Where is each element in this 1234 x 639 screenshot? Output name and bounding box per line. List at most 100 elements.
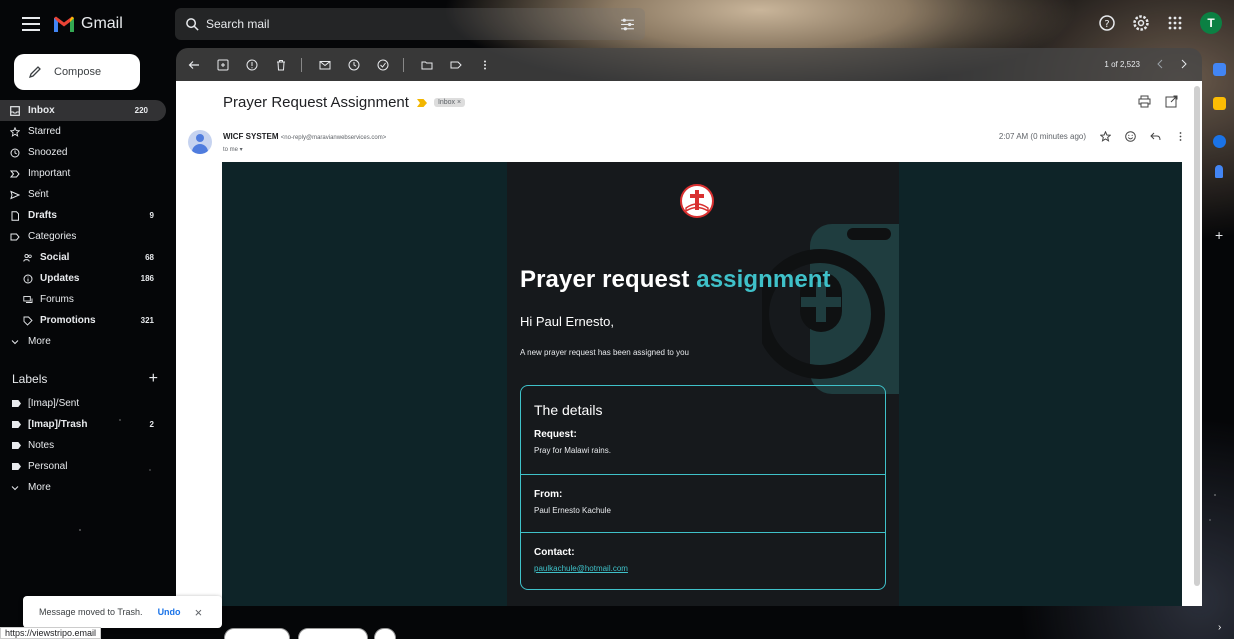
- send-icon: [10, 190, 20, 199]
- top-right-controls: ? T: [1098, 12, 1234, 34]
- recipient-details-toggle[interactable]: to me ▾: [223, 146, 243, 153]
- important-marker-icon[interactable]: [416, 98, 427, 107]
- search-bar[interactable]: [175, 8, 645, 40]
- tasks-icon[interactable]: [1213, 135, 1226, 148]
- sidebar-item-social[interactable]: Social 68: [0, 247, 172, 268]
- reply-button[interactable]: [224, 628, 290, 639]
- labels-icon[interactable]: [450, 59, 462, 71]
- sidebar-item-starred[interactable]: Starred: [0, 121, 172, 142]
- help-icon[interactable]: ?: [1098, 14, 1116, 32]
- sidebar-item-snoozed[interactable]: Snoozed: [0, 142, 172, 163]
- label-item-personal[interactable]: Personal: [0, 456, 172, 477]
- emoji-react-icon[interactable]: [1125, 131, 1136, 142]
- sidebar-item-sent[interactable]: Sent: [0, 184, 172, 205]
- snooze-clock-icon[interactable]: [348, 59, 360, 71]
- inbox-label-chip[interactable]: Inbox ×: [433, 98, 466, 107]
- forward-button[interactable]: [298, 628, 368, 639]
- sidebar-item-label: More: [28, 336, 51, 347]
- sidebar-item-important[interactable]: Important: [0, 163, 172, 184]
- svg-text:?: ?: [1104, 19, 1109, 30]
- reply-icon[interactable]: [1150, 131, 1161, 142]
- label-item-imap-trash[interactable]: [Imap]/Trash 2: [0, 414, 172, 435]
- sidebar-item-label: Social: [40, 252, 70, 263]
- label-item-imap-sent[interactable]: [Imap]/Sent: [0, 393, 172, 414]
- mark-unread-icon[interactable]: [319, 59, 331, 71]
- from-label: From:: [534, 489, 563, 500]
- email-greeting: Hi Paul Ernesto,: [520, 314, 614, 329]
- heading-highlight: assignment: [696, 266, 831, 293]
- account-avatar[interactable]: T: [1200, 12, 1222, 34]
- draft-count: 9: [149, 211, 154, 220]
- get-addons-plus-icon[interactable]: +: [1215, 227, 1223, 243]
- search-input[interactable]: [206, 17, 586, 31]
- message-scrollbar[interactable]: [1194, 86, 1200, 606]
- settings-gear-icon[interactable]: [1132, 14, 1150, 32]
- clock-icon: [10, 148, 20, 157]
- label-item-notes[interactable]: Notes: [0, 435, 172, 456]
- newer-chevron-left-icon[interactable]: [1156, 59, 1164, 69]
- sidebar-item-updates[interactable]: Updates 186: [0, 268, 172, 289]
- star-icon: [10, 126, 20, 137]
- expand-panel-chevron-icon[interactable]: ›: [1218, 622, 1221, 633]
- contact-email-link[interactable]: paulkachule@hotmail.com: [534, 564, 628, 573]
- label-name: [Imap]/Sent: [28, 398, 80, 409]
- sidebar-item-label: Updates: [40, 273, 80, 284]
- label-tag-icon: [12, 400, 21, 407]
- contact-label: Contact:: [534, 547, 575, 558]
- sidebar-item-promotions[interactable]: Promotions 321: [0, 310, 172, 331]
- scrollbar-thumb[interactable]: [1194, 86, 1200, 586]
- star-icon[interactable]: [1100, 131, 1111, 142]
- archive-icon[interactable]: [217, 59, 229, 71]
- draft-icon: [11, 210, 19, 221]
- message-meta: 2:07 AM (0 minutes ago): [999, 131, 1186, 142]
- apps-grid-icon[interactable]: [1166, 14, 1184, 32]
- add-label-icon[interactable]: +: [149, 370, 158, 388]
- label-name: More: [28, 482, 51, 493]
- search-options-icon[interactable]: [620, 17, 635, 32]
- undo-button[interactable]: Undo: [158, 607, 181, 617]
- print-icon[interactable]: [1138, 95, 1151, 108]
- snackbar-message: Message moved to Trash.: [39, 607, 143, 617]
- delete-trash-icon[interactable]: [275, 59, 287, 71]
- label-tag-icon: [12, 463, 21, 470]
- dismiss-close-icon[interactable]: ×: [195, 605, 203, 620]
- chevron-down-icon: [11, 339, 19, 344]
- back-arrow-icon[interactable]: [188, 59, 200, 71]
- open-new-window-icon[interactable]: [1165, 95, 1178, 108]
- gmail-logo[interactable]: Gmail: [53, 15, 123, 33]
- pencil-icon: [28, 66, 41, 79]
- header-actions: [1124, 95, 1178, 108]
- sidebar-item-label: Promotions: [40, 315, 96, 326]
- request-value: Pray for Malawi rains.: [534, 446, 611, 455]
- more-vert-icon[interactable]: [1175, 131, 1186, 142]
- sidebar-item-inbox[interactable]: Inbox 220: [0, 100, 166, 121]
- more-vert-icon[interactable]: [479, 59, 491, 71]
- move-to-folder-icon[interactable]: [421, 59, 433, 71]
- sidebar-item-more[interactable]: More: [0, 331, 172, 352]
- compose-button[interactable]: Compose: [14, 54, 140, 90]
- info-icon: [23, 274, 33, 283]
- sidebar: Inbox 220 Starred Snoozed Important Sent…: [0, 100, 172, 352]
- top-bar: Gmail ? T: [0, 0, 1234, 52]
- label-item-more[interactable]: More: [0, 477, 172, 498]
- calendar-icon[interactable]: [1213, 63, 1226, 76]
- sidebar-item-label: Forums: [40, 294, 74, 305]
- sidebar-item-label: Inbox: [28, 105, 55, 116]
- details-box: The details Request: Pray for Malawi rai…: [520, 385, 886, 590]
- older-chevron-right-icon[interactable]: [1180, 59, 1188, 69]
- sidebar-item-forums[interactable]: Forums: [0, 289, 172, 310]
- search-icon[interactable]: [185, 17, 200, 32]
- sidebar-item-categories[interactable]: Categories: [0, 226, 172, 247]
- sidebar-item-drafts[interactable]: Drafts 9: [0, 205, 172, 226]
- main-menu-icon[interactable]: [22, 17, 40, 31]
- sidebar-item-label: Snoozed: [28, 147, 68, 158]
- report-spam-icon[interactable]: [246, 59, 258, 71]
- keep-icon[interactable]: [1213, 97, 1226, 110]
- sidebar-item-label: Important: [28, 168, 71, 179]
- contacts-icon[interactable]: [1215, 165, 1223, 178]
- compose-label: Compose: [54, 66, 102, 78]
- add-task-icon[interactable]: [377, 59, 389, 71]
- react-emoji-button[interactable]: [374, 628, 396, 639]
- pagination-text: 1 of 2,523: [1104, 59, 1140, 69]
- sender-avatar[interactable]: [188, 130, 212, 154]
